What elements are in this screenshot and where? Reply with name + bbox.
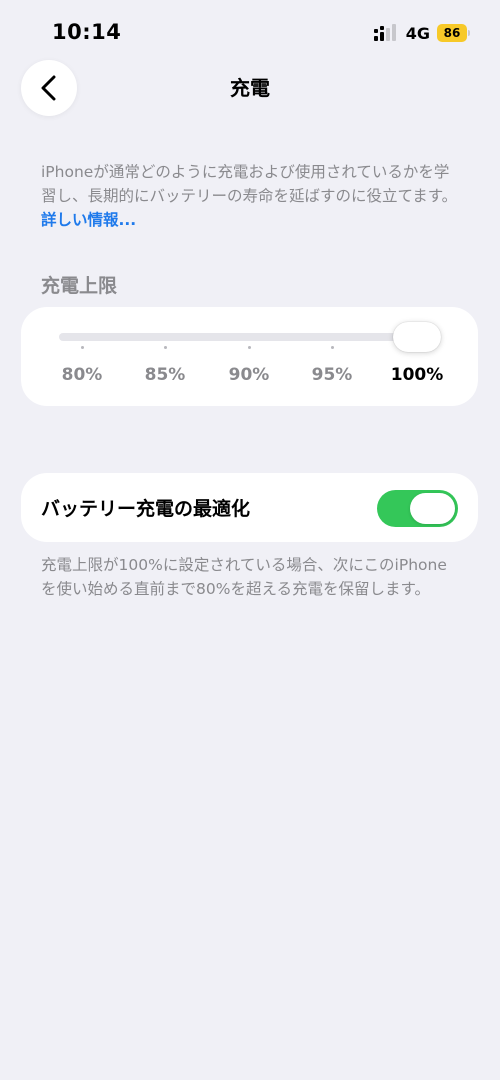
battery-level: 86 <box>437 24 467 42</box>
slider-label-90[interactable]: 90% <box>214 365 284 385</box>
network-type: 4G <box>405 23 430 43</box>
status-time: 10:14 <box>52 20 122 44</box>
slider-tick-85 <box>164 346 167 349</box>
slider-label-95[interactable]: 95% <box>297 365 367 385</box>
learn-more-link[interactable]: 詳しい情報... <box>41 211 136 229</box>
optimized-charging-row: バッテリー充電の最適化 <box>21 473 478 542</box>
cellular-signal-icon <box>373 24 396 41</box>
slider-tick-95 <box>331 346 334 349</box>
slider-label-100[interactable]: 100% <box>382 365 452 385</box>
charge-limit-slider-thumb[interactable] <box>393 322 441 352</box>
slider-label-80[interactable]: 80% <box>47 365 117 385</box>
status-bar: 10:14 4G 86 <box>0 0 500 64</box>
charge-limit-slider-card: 80% 85% 90% 95% 100% <box>21 307 478 406</box>
battery-cap <box>468 30 470 36</box>
description-body: iPhoneが通常どのように充電および使用されているかを学習し、長期的にバッテリ… <box>41 163 458 205</box>
slider-tick-80 <box>81 346 84 349</box>
slider-label-85[interactable]: 85% <box>130 365 200 385</box>
optimized-charging-note: 充電上限が100%に設定されている場合、次にこのiPhoneを使い始める直前まで… <box>41 556 447 598</box>
charging-settings-screen: 10:14 4G 86 充電 iPhoneが通常どのように充電および使用されてい… <box>0 0 500 1080</box>
charge-limit-slider-track[interactable] <box>59 333 441 341</box>
charge-limit-header: 充電上限 <box>41 275 118 297</box>
description-text: iPhoneが通常どのように充電および使用されているかを学習し、長期的にバッテリ… <box>41 160 461 232</box>
page-title: 充電 <box>230 76 270 100</box>
slider-tick-90 <box>248 346 251 349</box>
status-indicators: 4G 86 <box>373 22 470 44</box>
toggle-knob <box>410 493 455 524</box>
battery-icon: 86 <box>437 24 470 42</box>
optimized-charging-label: バッテリー充電の最適化 <box>41 498 251 520</box>
optimized-charging-toggle[interactable] <box>377 490 458 527</box>
